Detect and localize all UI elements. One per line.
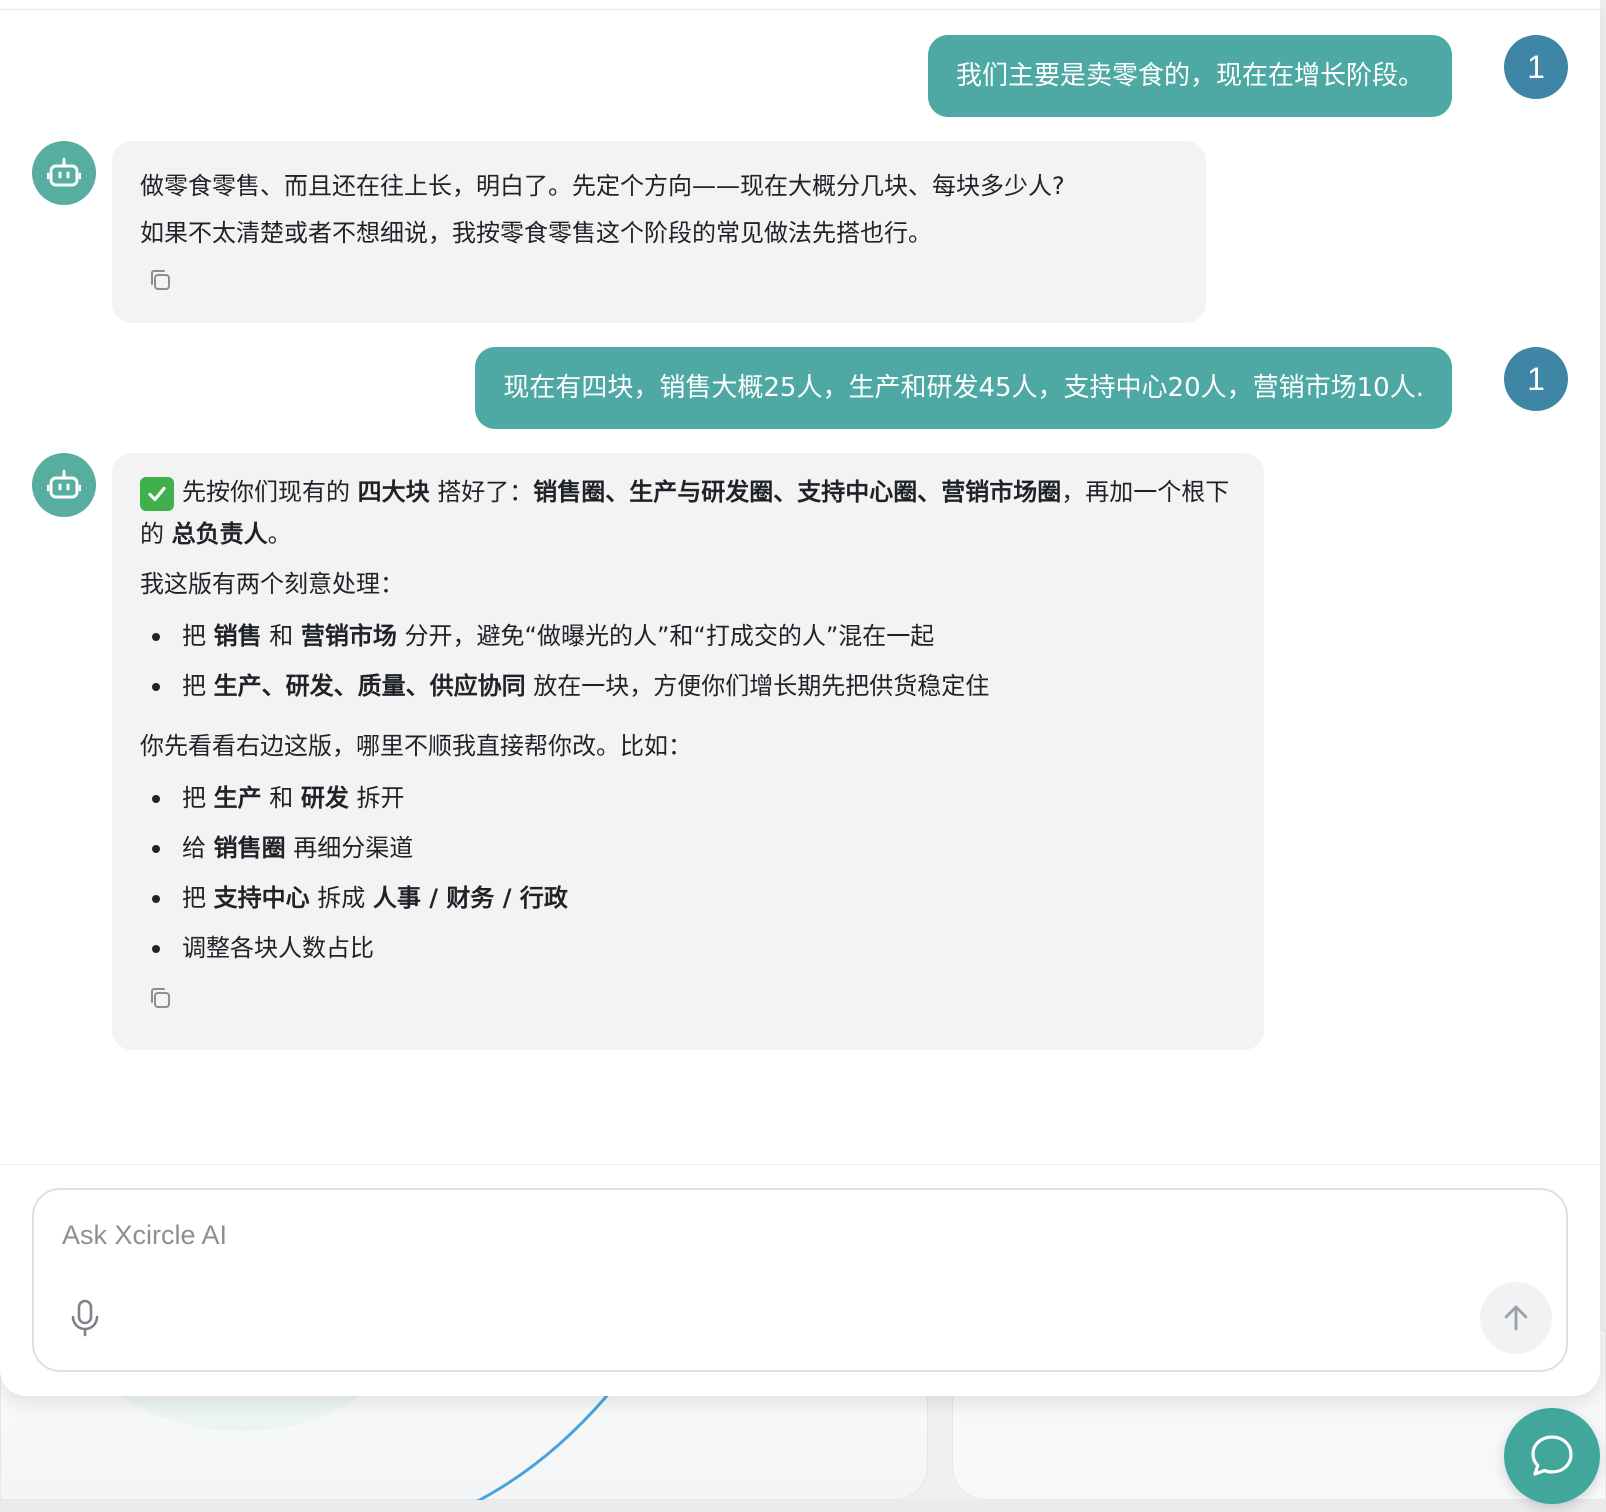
chat-fab-button[interactable] <box>1504 1408 1600 1504</box>
user-avatar: 1 <box>1504 347 1568 411</box>
user-message-text: 我们主要是卖零食的，现在在增长阶段。 <box>955 61 1424 91</box>
background-curve <box>469 1380 622 1505</box>
bot-message-line: 做零食零售、而且还在往上长，明白了。先定个方向——现在大概分几块、每块多少人? <box>140 172 1065 200</box>
top-divider <box>0 9 1600 10</box>
copy-button[interactable] <box>146 265 174 293</box>
list-item: 把 生产 和 研发 拆开 <box>140 773 1236 823</box>
bot-avatar <box>32 141 96 205</box>
microphone-icon <box>71 1299 99 1337</box>
points-list: 把 销售 和 营销市场 分开，避免“做曝光的人”和“打成交的人”混在一起 把 生… <box>140 611 1236 711</box>
bot-message-bubble: 先按你们现有的 四大块 搭好了：销售圈、生产与研发圈、支持中心圈、营销市场圈，再… <box>112 453 1264 1050</box>
send-button[interactable] <box>1480 1282 1552 1354</box>
user-avatar: 1 <box>1504 35 1568 99</box>
list-item: 把 销售 和 营销市场 分开，避免“做曝光的人”和“打成交的人”混在一起 <box>140 611 1236 661</box>
intro-text: 先按你们现有的 <box>182 478 358 506</box>
user-message-bubble: 我们主要是卖零食的，现在在增长阶段。 <box>927 35 1452 117</box>
list-item: 给 销售圈 再细分渠道 <box>140 823 1236 873</box>
copy-icon <box>151 988 170 1008</box>
intro-bold: 销售圈、生产与研发圈、支持中心圈、营销市场圈 <box>533 478 1062 506</box>
message-composer <box>32 1188 1568 1372</box>
input-divider <box>0 1164 1600 1165</box>
list-item: 把 支持中心 拆成 人事 / 财务 / 行政 <box>140 873 1236 923</box>
copy-button[interactable] <box>146 983 174 1011</box>
user-message-bubble: 现在有四块，销售大概25人，生产和研发45人，支持中心20人，营销市场10人. <box>475 347 1452 429</box>
background-strip <box>0 1500 1606 1512</box>
user-avatar-initial: 1 <box>1527 48 1545 85</box>
intro-text: 搭好了： <box>429 478 534 506</box>
copy-icon <box>151 270 170 290</box>
intro-text: 。 <box>267 520 292 548</box>
list-item: 调整各块人数占比 <box>140 923 1236 973</box>
chat-bubble-icon <box>1531 1435 1573 1476</box>
check-mark-emoji <box>140 477 174 511</box>
mic-button[interactable] <box>68 1298 102 1338</box>
bot-message-heading: 我这版有两个刻意处理： <box>140 570 404 598</box>
bot-message-intro: 先按你们现有的 四大块 搭好了：销售圈、生产与研发圈、支持中心圈、营销市场圈，再… <box>140 471 1236 555</box>
robot-icon <box>47 470 81 499</box>
intro-bold: 四大块 <box>357 478 430 506</box>
bot-message-line: 如果不太清楚或者不想细说，我按零食零售这个阶段的常见做法先搭也行。 <box>140 219 932 247</box>
bot-message-bubble: 做零食零售、而且还在往上长，明白了。先定个方向——现在大概分几块、每块多少人? … <box>112 141 1206 323</box>
list-item: 把 生产、研发、质量、供应协同 放在一块，方便你们增长期先把供货稳定住 <box>140 661 1236 711</box>
user-avatar-initial: 1 <box>1527 360 1545 397</box>
chat-panel: 我们主要是卖零食的，现在在增长阶段。 1 做零食零售、而且还在往上长，明白了。先… <box>0 0 1600 1396</box>
suggestions-list: 把 生产 和 研发 拆开 给 销售圈 再细分渠道 把 支持中心 拆成 人事 / … <box>140 773 1236 973</box>
message-input[interactable] <box>62 1220 1362 1251</box>
check-icon <box>148 486 166 502</box>
bot-message-heading: 你先看看右边这版，哪里不顺我直接帮你改。比如： <box>140 732 692 760</box>
robot-icon <box>47 158 81 187</box>
user-message-text: 现在有四块，销售大概25人，生产和研发45人，支持中心20人，营销市场10人. <box>503 373 1424 403</box>
arrow-up-icon <box>1504 1305 1528 1331</box>
intro-bold: 总负责人 <box>171 520 268 548</box>
bot-avatar <box>32 453 96 517</box>
